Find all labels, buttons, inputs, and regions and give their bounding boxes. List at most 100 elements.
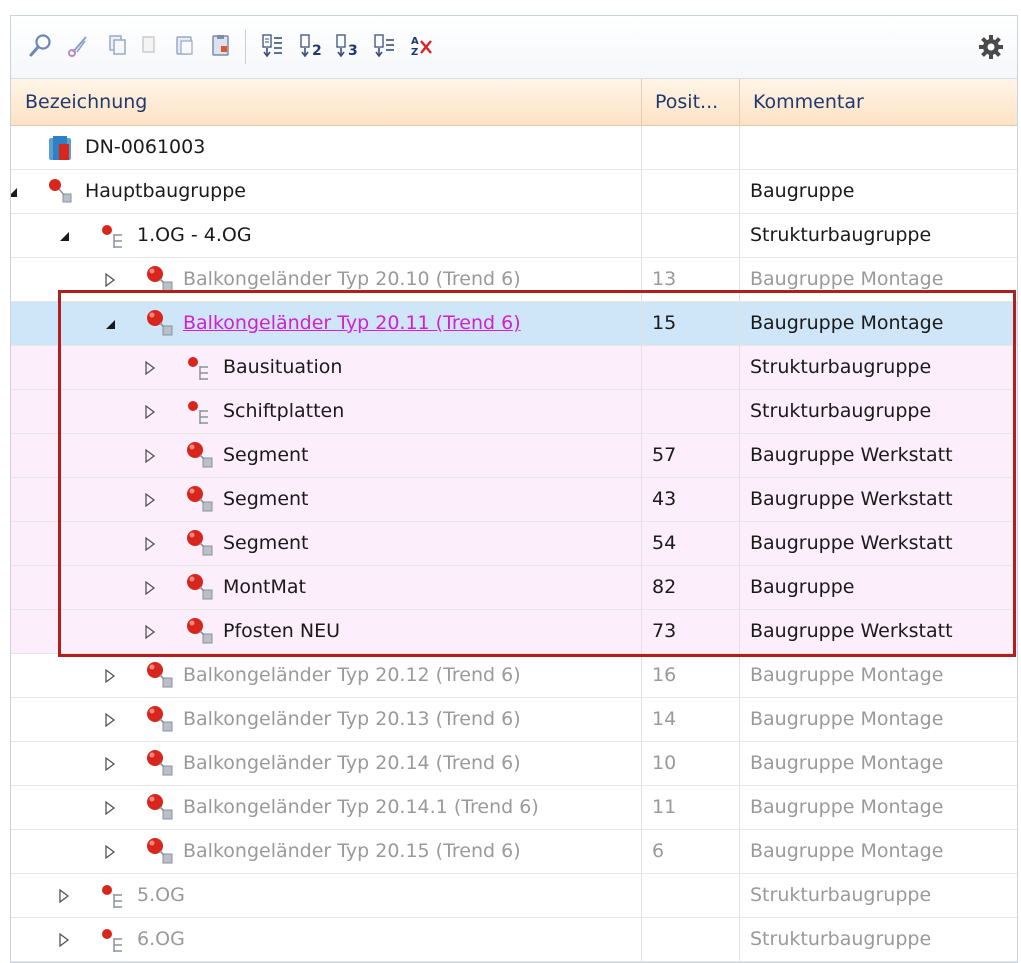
tree-row[interactable]: Pfosten NEU 73 Baugruppe Werkstatt bbox=[11, 610, 1017, 654]
cut-button[interactable] bbox=[65, 33, 93, 61]
paste-button[interactable] bbox=[171, 33, 199, 61]
tree-item-label[interactable]: Hauptbaugruppe bbox=[85, 170, 246, 213]
tree-item-label[interactable]: Segment bbox=[223, 434, 309, 477]
assembly-icon bbox=[143, 308, 177, 340]
expand-arrow-icon[interactable] bbox=[103, 258, 117, 302]
tree-row[interactable]: Balkongeländer Typ 20.15 (Trend 6) 6 Baugr… bbox=[11, 830, 1017, 874]
tree-cell-position: 16 bbox=[641, 654, 739, 698]
tree-row[interactable]: Balkongeländer Typ 20.10 (Trend 6) 13 Baug… bbox=[11, 258, 1017, 302]
tree-item-label[interactable]: Balkongeländer Typ 20.14.1 (Trend 6) bbox=[183, 786, 539, 829]
paste-special-button[interactable] bbox=[207, 33, 235, 61]
expand-arrow-icon[interactable] bbox=[143, 346, 157, 390]
collapse-arrow-icon[interactable] bbox=[11, 170, 19, 214]
tree-row[interactable]: Segment 54 Baugruppe Werkstatt bbox=[11, 522, 1017, 566]
collapse-arrow-icon[interactable] bbox=[57, 214, 71, 258]
expand-arrow-icon[interactable] bbox=[143, 434, 157, 478]
tree-row[interactable]: DN-0061003 bbox=[11, 126, 1017, 170]
copy-disabled-button[interactable] bbox=[135, 33, 163, 61]
tree-row[interactable]: Balkongeländer Typ 20.12 (Trend 6) 16 Baug… bbox=[11, 654, 1017, 698]
structure-icon bbox=[97, 220, 131, 252]
tree-cell-name: Balkongeländer Typ 20.14 (Trend 6) bbox=[11, 742, 641, 786]
tree-cell-name: Balkongeländer Typ 20.13 (Trend 6) bbox=[11, 698, 641, 742]
tree-item-label[interactable]: Segment bbox=[223, 522, 309, 565]
tree-cell-position: 6 bbox=[641, 830, 739, 874]
assembly-icon bbox=[143, 748, 177, 780]
expand-arrow-icon[interactable] bbox=[143, 522, 157, 566]
tree-cell-name: Balkongeländer Typ 20.14.1 (Trend 6) bbox=[11, 786, 641, 830]
gear-icon[interactable] bbox=[977, 33, 1005, 61]
expand-arrow-icon[interactable] bbox=[103, 654, 117, 698]
tree-item-label[interactable]: Pfosten NEU bbox=[223, 610, 340, 653]
tree-row[interactable]: Balkongeländer Typ 20.14.1 (Trend 6) 11 Ba… bbox=[11, 786, 1017, 830]
tree-item-label[interactable]: 5.OG bbox=[137, 874, 185, 917]
expand-arrow-icon[interactable] bbox=[143, 390, 157, 434]
sort-4-button[interactable] bbox=[371, 33, 399, 61]
tree-cell-position bbox=[641, 918, 739, 962]
tree-row[interactable]: Segment 43 Baugruppe Werkstatt bbox=[11, 478, 1017, 522]
sort-3-button[interactable]: 3 bbox=[333, 33, 361, 61]
clear-sort-button[interactable]: AZ bbox=[407, 33, 435, 61]
tree-row[interactable]: Balkongeländer Typ 20.13 (Trend 6) 14 Baug… bbox=[11, 698, 1017, 742]
expand-arrow-icon[interactable] bbox=[103, 742, 117, 786]
structure-icon bbox=[183, 396, 217, 428]
tree-cell-comment: Strukturbaugruppe bbox=[739, 346, 1017, 390]
column-header-comment[interactable]: Kommentar bbox=[739, 79, 1017, 125]
expand-arrow-icon[interactable] bbox=[143, 610, 157, 654]
expand-arrow-icon[interactable] bbox=[143, 478, 157, 522]
assembly-tree-panel: 2 3 AZ Bezeichnung Posit... Kommentar DN-0… bbox=[10, 15, 1018, 963]
expand-arrow-icon[interactable] bbox=[57, 874, 71, 918]
tree-row[interactable]: Schiftplatten Strukturbaugruppe bbox=[11, 390, 1017, 434]
expand-arrow-icon[interactable] bbox=[103, 698, 117, 742]
expand-arrow-icon[interactable] bbox=[143, 566, 157, 610]
tree-row[interactable]: 6.OG Strukturbaugruppe bbox=[11, 918, 1017, 962]
tree-row[interactable]: Hauptbaugruppe Baugruppe bbox=[11, 170, 1017, 214]
tree-item-label[interactable]: 1.OG - 4.OG bbox=[137, 214, 252, 257]
tree-item-label[interactable]: Segment bbox=[223, 478, 309, 521]
tree-cell-comment: Strukturbaugruppe bbox=[739, 214, 1017, 258]
toolbar: 2 3 AZ bbox=[11, 16, 1017, 79]
tree-row[interactable]: MontMat 82 Baugruppe bbox=[11, 566, 1017, 610]
tree-item-label[interactable]: Balkongeländer Typ 20.10 (Trend 6) bbox=[183, 258, 521, 301]
tree-cell-comment: Baugruppe Montage bbox=[739, 830, 1017, 874]
column-header: Bezeichnung Posit... Kommentar bbox=[11, 79, 1017, 126]
tree-row[interactable]: Balkongeländer Typ 20.11 (Trend 6) 15 Baug… bbox=[11, 302, 1017, 346]
tree-cell-comment: Baugruppe Montage bbox=[739, 302, 1017, 346]
tree-cell-position bbox=[641, 170, 739, 214]
tree-row[interactable]: Balkongeländer Typ 20.14 (Trend 6) 10 Baug… bbox=[11, 742, 1017, 786]
tree-item-label[interactable]: Balkongeländer Typ 20.14 (Trend 6) bbox=[183, 742, 521, 785]
tree-item-label[interactable]: Balkongeländer Typ 20.12 (Trend 6) bbox=[183, 654, 521, 697]
assembly-icon bbox=[143, 792, 177, 824]
expand-arrow-icon[interactable] bbox=[57, 918, 71, 962]
tree-cell-comment bbox=[739, 126, 1017, 170]
column-header-name[interactable]: Bezeichnung bbox=[11, 79, 641, 125]
tree-cell-comment: Baugruppe Werkstatt bbox=[739, 610, 1017, 654]
tree-item-label[interactable]: Balkongeländer Typ 20.15 (Trend 6) bbox=[183, 830, 521, 873]
tree-item-label[interactable]: DN-0061003 bbox=[85, 126, 205, 169]
sort-2-button[interactable]: 2 bbox=[297, 33, 325, 61]
tree-cell-position: 73 bbox=[641, 610, 739, 654]
tree-item-label[interactable]: Balkongeländer Typ 20.11 (Trend 6) bbox=[183, 302, 521, 345]
tree-cell-comment: Strukturbaugruppe bbox=[739, 390, 1017, 434]
tree-row[interactable]: 5.OG Strukturbaugruppe bbox=[11, 874, 1017, 918]
sort-2-icon: 2 bbox=[298, 32, 324, 62]
assembly-icon bbox=[183, 484, 217, 516]
tree-item-label[interactable]: Balkongeländer Typ 20.13 (Trend 6) bbox=[183, 698, 521, 741]
tree-row[interactable]: 1.OG - 4.OG Strukturbaugruppe bbox=[11, 214, 1017, 258]
collapse-arrow-icon[interactable] bbox=[103, 302, 117, 346]
tree-row[interactable]: Bausituation Strukturbaugruppe bbox=[11, 346, 1017, 390]
tree-item-label[interactable]: MontMat bbox=[223, 566, 306, 609]
column-header-position[interactable]: Posit... bbox=[641, 79, 739, 125]
tree-cell-comment: Baugruppe bbox=[739, 566, 1017, 610]
expand-arrow-icon[interactable] bbox=[103, 830, 117, 874]
sort-1-button[interactable] bbox=[259, 33, 287, 61]
copy-button[interactable] bbox=[103, 33, 131, 61]
tree-item-label[interactable]: Bausituation bbox=[223, 346, 342, 389]
assembly-icon bbox=[183, 616, 217, 648]
tree-cell-name: MontMat bbox=[11, 566, 641, 610]
structure-icon bbox=[97, 880, 131, 912]
tree-row[interactable]: Segment 57 Baugruppe Werkstatt bbox=[11, 434, 1017, 478]
expand-arrow-icon[interactable] bbox=[103, 786, 117, 830]
tree-item-label[interactable]: 6.OG bbox=[137, 918, 185, 961]
search-button[interactable] bbox=[27, 33, 55, 61]
tree-item-label[interactable]: Schiftplatten bbox=[223, 390, 344, 433]
